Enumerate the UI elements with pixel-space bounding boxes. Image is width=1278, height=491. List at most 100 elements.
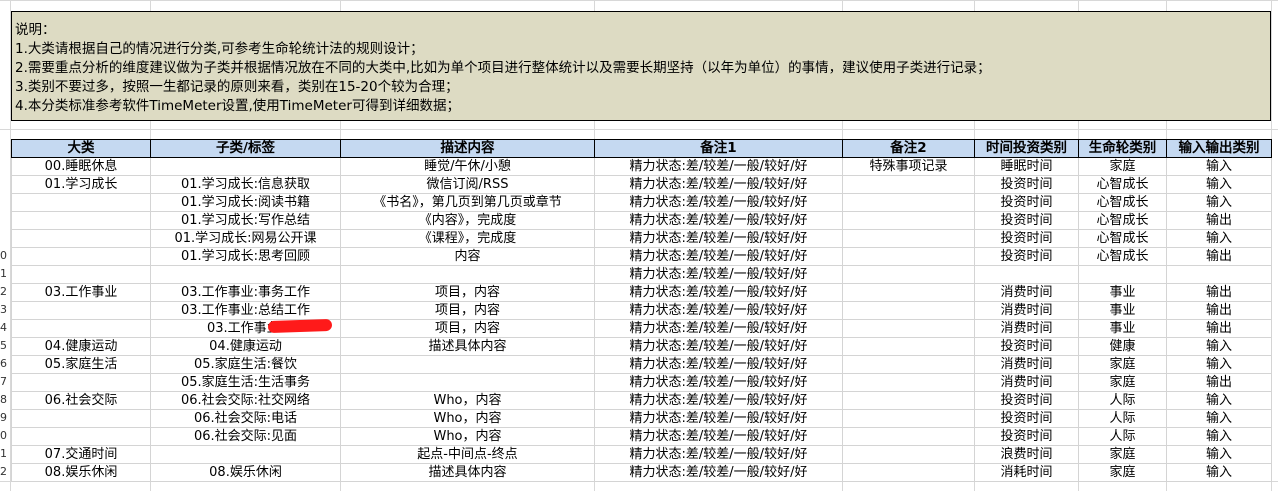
cell-life-wheel[interactable]: 心智成长 [1078,211,1167,230]
row-number[interactable]: 7 [0,373,9,391]
cell-category[interactable]: 01.学习成长 [11,175,151,194]
cell-description[interactable]: 内容 [340,247,595,266]
cell-description[interactable]: 项目，内容 [340,301,595,320]
cell-life-wheel[interactable]: 事业 [1078,301,1167,320]
row-number[interactable] [0,157,9,175]
cell-category[interactable] [11,427,151,446]
cell-remark-2[interactable] [842,391,975,410]
cell-description[interactable] [340,373,595,392]
cell-life-wheel[interactable]: 心智成长 [1078,247,1167,266]
cell-remark-1[interactable]: 精力状态:差/较差/一般/较好/好 [594,211,843,230]
cell-life-wheel[interactable]: 人际 [1078,391,1167,410]
cell-input-output[interactable]: 输出 [1166,283,1272,302]
cell-time-investment[interactable]: 消费时间 [974,283,1079,302]
cell-remark-1[interactable]: 精力状态:差/较差/一般/较好/好 [594,319,843,338]
cell-remark-2[interactable] [842,355,975,374]
cell-subcategory[interactable]: 01.学习成长:阅读书籍 [150,193,341,212]
header-remark-1[interactable]: 备注1 [594,139,843,158]
cell-time-investment[interactable]: 投资时间 [974,391,1079,410]
cell-time-investment[interactable]: 投资时间 [974,211,1079,230]
cell-description[interactable]: 《课程》，完成度 [340,229,595,248]
cell-life-wheel[interactable]: 家庭 [1078,445,1167,464]
cell-subcategory[interactable]: 01.学习成长:写作总结 [150,211,341,230]
cell-remark-1[interactable]: 精力状态:差/较差/一般/较好/好 [594,301,843,320]
cell-subcategory[interactable]: 06.社会交际:社交网络 [150,391,341,410]
cell-remark-1[interactable]: 精力状态:差/较差/一般/较好/好 [594,409,843,428]
row-number[interactable]: 2 [0,283,9,301]
cell-description[interactable]: 描述具体内容 [340,463,595,482]
cell-description[interactable]: Who，内容 [340,409,595,428]
cell-category[interactable] [11,211,151,230]
cell-description[interactable]: Who，内容 [340,427,595,446]
cell-time-investment[interactable]: 投资时间 [974,193,1079,212]
cell-time-investment[interactable]: 投资时间 [974,175,1079,194]
cell-remark-1[interactable]: 精力状态:差/较差/一般/较好/好 [594,463,843,482]
row-number[interactable]: 8 [0,391,9,409]
cell-input-output[interactable]: 输入 [1166,229,1272,248]
cell-category[interactable]: 06.社会交际 [11,391,151,410]
cell-description[interactable]: Who，内容 [340,391,595,410]
cell-remark-2[interactable] [842,427,975,446]
cell-subcategory[interactable]: 03.工作事业:事务工作 [150,283,341,302]
cell-input-output[interactable]: 输出 [1166,373,1272,392]
cell-category[interactable] [11,319,151,338]
cell-description[interactable] [340,265,595,284]
cell-remark-2[interactable] [842,247,975,266]
cell-subcategory[interactable]: 06.社会交际:电话 [150,409,341,428]
cell-remark-2[interactable] [842,175,975,194]
cell-time-investment[interactable]: 投资时间 [974,337,1079,356]
row-number[interactable]: 0 [0,427,9,445]
cell-subcategory[interactable]: 04.健康运动 [150,337,341,356]
cell-input-output[interactable]: 输入 [1166,409,1272,428]
cell-subcategory[interactable] [150,265,341,284]
cell-remark-1[interactable]: 精力状态:差/较差/一般/较好/好 [594,229,843,248]
row-number[interactable] [0,211,9,229]
cell-life-wheel[interactable]: 心智成长 [1078,175,1167,194]
row-number[interactable] [0,175,9,193]
cell-remark-2[interactable] [842,265,975,284]
cell-time-investment[interactable]: 消耗时间 [974,463,1079,482]
cell-subcategory[interactable]: 05.家庭生活:餐饮 [150,355,341,374]
cell-category[interactable]: 08.娱乐休闲 [11,463,151,482]
cell-category[interactable] [11,301,151,320]
cell-subcategory[interactable] [150,445,341,464]
header-description[interactable]: 描述内容 [340,139,595,158]
cell-life-wheel[interactable]: 心智成长 [1078,229,1167,248]
cell-life-wheel[interactable]: 人际 [1078,427,1167,446]
row-number[interactable] [0,193,9,211]
cell-description[interactable]: 《内容》，完成度 [340,211,595,230]
cell-remark-1[interactable]: 精力状态:差/较差/一般/较好/好 [594,157,843,176]
cell-time-investment[interactable]: 消费时间 [974,373,1079,392]
row-number[interactable]: 2 [0,463,9,481]
cell-category[interactable]: 04.健康运动 [11,337,151,356]
cell-remark-2[interactable] [842,319,975,338]
row-number[interactable]: 9 [0,409,9,427]
cell-time-investment[interactable]: 投资时间 [974,427,1079,446]
cell-input-output[interactable]: 输出 [1166,301,1272,320]
cell-remark-1[interactable]: 精力状态:差/较差/一般/较好/好 [594,283,843,302]
cell-remark-2[interactable] [842,337,975,356]
cell-remark-1[interactable]: 精力状态:差/较差/一般/较好/好 [594,175,843,194]
cell-input-output[interactable]: 输入 [1166,337,1272,356]
cell-life-wheel[interactable]: 家庭 [1078,355,1167,374]
cell-input-output[interactable]: 输入 [1166,427,1272,446]
cell-description[interactable]: 《书名》，第几页到第几页或章节 [340,193,595,212]
cell-category[interactable] [11,229,151,248]
cell-description[interactable]: 项目，内容 [340,319,595,338]
cell-time-investment[interactable]: 投资时间 [974,229,1079,248]
cell-life-wheel[interactable]: 心智成长 [1078,193,1167,212]
row-number[interactable]: 3 [0,301,9,319]
cell-remark-1[interactable]: 精力状态:差/较差/一般/较好/好 [594,427,843,446]
cell-input-output[interactable] [1166,265,1272,284]
cell-time-investment[interactable]: 消费时间 [974,301,1079,320]
cell-remark-2[interactable] [842,283,975,302]
cell-input-output[interactable]: 输出 [1166,247,1272,266]
cell-life-wheel[interactable]: 家庭 [1078,463,1167,482]
cell-subcategory[interactable] [150,157,341,176]
cell-description[interactable]: 起点-中间点-终点 [340,445,595,464]
cell-time-investment[interactable] [974,265,1079,284]
cell-description[interactable]: 项目，内容 [340,283,595,302]
cell-subcategory[interactable]: 01.学习成长:信息获取 [150,175,341,194]
cell-remark-1[interactable]: 精力状态:差/较差/一般/较好/好 [594,355,843,374]
cell-input-output[interactable]: 输出 [1166,211,1272,230]
